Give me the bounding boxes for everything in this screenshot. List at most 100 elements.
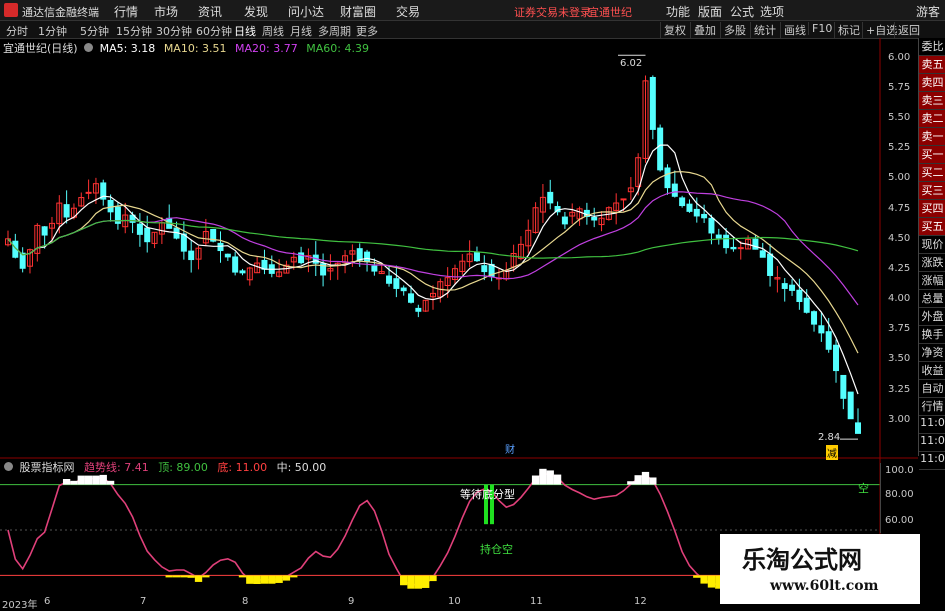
bottom-zone-bar [693,575,701,578]
quote-field: 卖五 [919,56,945,74]
cai-marker[interactable]: 财 [505,441,515,456]
price-tick: 4.50 [888,232,911,244]
candle-body [386,275,393,284]
candle-body [708,217,715,234]
menu-jiaoyi[interactable]: 交易 [396,3,420,20]
ma5-line [7,144,859,395]
bottom-zone-bar [246,575,254,584]
btn-huaxian[interactable]: 画线 [780,22,809,38]
app-title: 通达信金融终端 [22,6,99,19]
candle-body [356,248,363,261]
top-zone-bar [99,474,107,485]
period-1min[interactable]: 1分钟 [38,23,67,39]
quote-field: 收益 [919,362,945,380]
candle-body [686,203,693,212]
bottom-zone-bar [700,575,708,584]
bottom-zone-bar [275,575,283,583]
top-zone-bar [539,468,547,485]
candle-body [701,213,708,219]
menu-faxian[interactable]: 发现 [244,3,268,20]
bottom-zone-bar [260,575,269,584]
period-30min[interactable]: 30分钟 [156,23,192,39]
period-weekly[interactable]: 周线 [262,23,284,39]
candle-body [136,223,143,235]
price-tick: 5.00 [888,172,911,184]
watermark-url: www.60lt.com [770,578,879,594]
quote-field: 买一 [919,146,945,164]
candle-body [239,270,246,274]
quote-field: 外盘 [919,308,945,326]
high-label: 6.02 [620,58,643,69]
menu-gongneng[interactable]: 功能 [666,3,690,20]
period-fenshi[interactable]: 分时 [6,23,28,39]
candle-body [85,191,92,194]
btn-diejia[interactable]: 叠加 [690,22,719,38]
candle-body [144,227,151,243]
kline-chart[interactable] [0,38,918,596]
login-warning[interactable]: 证券交易未登录 [514,4,591,20]
period-multi[interactable]: 多周期 [318,23,351,39]
btn-f10[interactable]: F10 [808,22,835,35]
quote-field: 卖四 [919,74,945,92]
candle-body [818,325,825,334]
period-monthly[interactable]: 月线 [290,23,312,39]
indicator-trend: 趋势线: 7.41 [84,461,149,474]
guest-user[interactable]: 游客 [916,3,940,20]
quote-field: 卖一 [919,128,945,146]
bottom-zone-bar [407,575,415,589]
bottom-zone-bar [253,575,261,584]
menu-caifuquan[interactable]: 财富圈 [340,3,376,20]
quote-field: 换手 [919,326,945,344]
quote-field[interactable]: 行情 [919,398,945,416]
bottom-zone-bar [165,575,173,578]
menu-banmian[interactable]: 版面 [698,3,722,20]
top-zone-bar [531,475,540,485]
price-tick: 3.25 [888,383,911,395]
menu-xuanxiang[interactable]: 选项 [760,3,784,20]
price-tick: 3.00 [888,413,911,425]
candle-body [840,374,847,399]
price-tick: 4.75 [888,202,911,214]
top-zone-bar [553,474,562,485]
settings-circle-icon[interactable] [84,43,94,52]
candle-body [730,246,737,250]
candle-body [188,250,195,261]
menu-hangqing[interactable]: 行情 [114,3,138,20]
title-stock-name: 宜通世纪 [588,6,632,19]
period-more[interactable]: 更多 [356,23,378,39]
time-label-9: 9 [348,596,355,607]
indicator-settings-icon[interactable] [4,462,13,471]
menu-gongshi[interactable]: 公式 [730,3,754,20]
bottom-zone-bar [414,575,423,589]
btn-duogu[interactable]: 多股 [720,22,749,38]
menu-zixun[interactable]: 资讯 [198,3,222,20]
menu-shichang[interactable]: 市场 [154,3,178,20]
quote-field[interactable]: 自动 [919,380,945,398]
candle-body [723,234,730,249]
top-zone-bar [546,470,554,485]
period-5min[interactable]: 5分钟 [80,23,109,39]
bottom-zone-bar [282,575,291,581]
period-daily[interactable]: 日线 [234,23,256,39]
quote-field: 涨跌 [919,254,945,272]
btn-fuquan[interactable]: 复权 [660,22,689,38]
btn-tongji[interactable]: 统计 [750,22,779,38]
quote-field: 11:0 [919,434,945,452]
candle-body [715,234,722,239]
menu-wenxiaoda[interactable]: 问小达 [288,3,324,20]
btn-biaoji[interactable]: 标记 [834,22,863,38]
legend-ma10: MA10: 3.51 [163,42,227,55]
candle-body [63,204,70,218]
bottom-zone-bar [429,575,437,582]
indicator-name: 股票指标网 [19,461,75,474]
price-tick: 5.25 [888,142,911,154]
jian-marker[interactable]: 减 [826,445,838,460]
period-60min[interactable]: 60分钟 [196,23,232,39]
btn-back[interactable]: 返回 [894,22,923,38]
period-15min[interactable]: 15分钟 [116,23,152,39]
candle-body [693,208,700,217]
top-zone-bar [84,475,93,485]
legend-ma20: MA20: 3.77 [235,42,298,55]
hold-short-label: 持仓空 [480,543,513,556]
ma60-line [7,219,859,259]
